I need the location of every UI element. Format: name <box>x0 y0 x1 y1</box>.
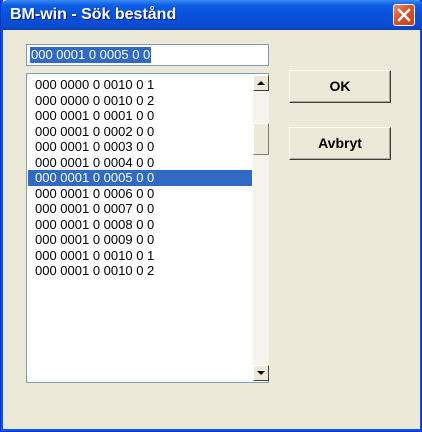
list-item[interactable]: 000 0000 0 0010 0 2 <box>28 93 252 109</box>
list-item[interactable]: 000 0001 0 0001 0 0 <box>28 108 252 124</box>
list-item[interactable]: 000 0001 0 0005 0 0 <box>28 170 252 186</box>
scroll-thumb[interactable] <box>253 123 269 155</box>
list-item[interactable]: 000 0001 0 0010 0 2 <box>28 263 252 279</box>
list-item[interactable]: 000 0001 0 0008 0 0 <box>28 217 252 233</box>
search-input[interactable]: 000 0001 0 0005 0 0 <box>26 44 269 66</box>
list-item[interactable]: 000 0001 0 0003 0 0 <box>28 139 252 155</box>
ok-button[interactable]: OK <box>289 70 391 103</box>
arrow-down-icon <box>257 371 265 375</box>
list-items: 000 0000 0 0010 0 1 000 0000 0 0010 0 2 00… <box>28 77 252 279</box>
arrow-up-icon <box>257 81 265 85</box>
title-bar[interactable]: BM-win - Sök bestånd <box>1 0 422 30</box>
list-item[interactable]: 000 0001 0 0007 0 0 <box>28 201 252 217</box>
scroll-up-button[interactable] <box>253 75 269 91</box>
list-item[interactable]: 000 0001 0 0004 0 0 <box>28 155 252 171</box>
dialog-window: BM-win - Sök bestånd 000 0001 0 0005 0 0… <box>0 0 422 432</box>
close-button[interactable] <box>393 4 415 26</box>
window-title: BM-win - Sök bestånd <box>10 6 177 23</box>
cancel-button[interactable]: Avbryt <box>289 127 391 160</box>
close-icon <box>397 8 411 22</box>
result-listbox[interactable]: 000 0000 0 0010 0 1 000 0000 0 0010 0 2 00… <box>26 73 269 383</box>
scroll-down-button[interactable] <box>253 365 269 381</box>
list-item[interactable]: 000 0001 0 0009 0 0 <box>28 232 252 248</box>
search-input-value: 000 0001 0 0005 0 0 <box>30 47 152 63</box>
list-item[interactable]: 000 0000 0 0010 0 1 <box>28 77 252 93</box>
list-item[interactable]: 000 0001 0 0010 0 1 <box>28 248 252 264</box>
list-item[interactable]: 000 0001 0 0002 0 0 <box>28 124 252 140</box>
vertical-scrollbar[interactable] <box>253 75 269 381</box>
list-item[interactable]: 000 0001 0 0006 0 0 <box>28 186 252 202</box>
